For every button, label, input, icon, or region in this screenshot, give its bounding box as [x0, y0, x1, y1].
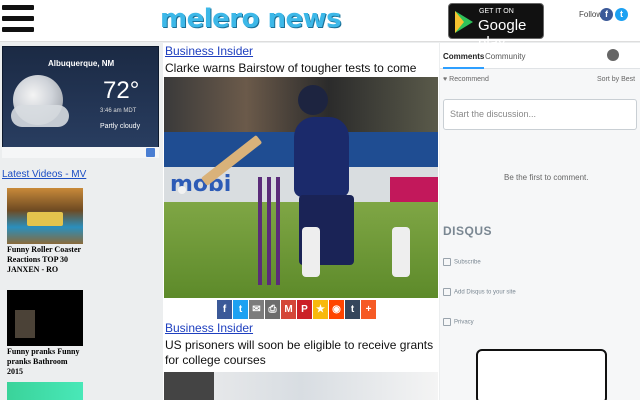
- print-icon[interactable]: ⎙: [265, 300, 280, 319]
- recommend-label: Recommend: [449, 76, 489, 83]
- stump: [267, 177, 271, 285]
- twitter-icon[interactable]: t: [233, 300, 248, 319]
- menu-icon[interactable]: [2, 5, 34, 43]
- disqus-icon: [443, 288, 451, 296]
- recommend-button[interactable]: ♥ Recommend: [443, 76, 489, 83]
- share-bar: f t ✉ ⎙ M P ★ ◉ t +: [217, 300, 376, 320]
- privacy-link[interactable]: Privacy: [443, 318, 474, 326]
- mail-icon: [443, 258, 451, 266]
- video-thumb[interactable]: Funny pranks Funny pranks Bathroom 2015: [7, 290, 83, 377]
- video-thumbnail[interactable]: [7, 290, 83, 346]
- video-thumb[interactable]: [7, 382, 83, 400]
- email-icon[interactable]: ✉: [249, 300, 264, 319]
- weather-temp: 72°: [103, 77, 140, 104]
- facebook-icon[interactable]: f: [600, 8, 613, 21]
- gplay-caption: GET IT ON: [479, 8, 514, 15]
- empty-comments-text: Be the first to comment.: [504, 173, 589, 182]
- twitter-icon[interactable]: t: [615, 8, 628, 21]
- google-play-icon-accent: [455, 11, 464, 33]
- video-caption[interactable]: Funny Roller Coaster Reactions TOP 30 JA…: [7, 245, 83, 275]
- site-header: melero news GET IT ON Google play Follow…: [0, 0, 640, 51]
- user-avatar-icon[interactable]: [607, 49, 619, 61]
- leg-pad: [392, 227, 410, 277]
- player-shirt: [294, 117, 349, 197]
- weather-widget[interactable]: Albuquerque, NM 72° 3:46 am MDT Partly c…: [2, 46, 159, 158]
- stump: [258, 177, 262, 285]
- video-thumbnail[interactable]: [7, 188, 83, 244]
- lock-icon: [443, 318, 451, 326]
- tab-comments[interactable]: Comments: [443, 52, 485, 69]
- disqus-logo[interactable]: DISQUS: [443, 224, 492, 238]
- weather-condition: Partly cloudy: [100, 123, 141, 130]
- weather-city: Albuquerque, NM: [48, 59, 115, 68]
- weather-footer: [2, 147, 159, 158]
- download-icon[interactable]: [146, 148, 155, 157]
- video-thumbnail[interactable]: [7, 382, 83, 400]
- article-source[interactable]: Business Insider: [165, 321, 253, 335]
- tumblr-icon[interactable]: t: [345, 300, 360, 319]
- video-thumb[interactable]: Funny Roller Coaster Reactions TOP 30 JA…: [7, 188, 83, 275]
- sort-dropdown[interactable]: Sort by Best: [597, 76, 635, 83]
- app-window: melero news GET IT ON Google play Follow…: [0, 0, 640, 400]
- reddit-icon[interactable]: ◉: [329, 300, 344, 319]
- add-disqus-link[interactable]: Add Disqus to your site: [443, 288, 516, 296]
- stump: [276, 177, 280, 285]
- pinterest-icon[interactable]: P: [297, 300, 312, 319]
- cloud-icon: [11, 105, 69, 127]
- discussion-input[interactable]: Start the discussion...: [443, 99, 637, 130]
- article-source[interactable]: Business Insider: [165, 44, 253, 58]
- article-title[interactable]: US prisoners will soon be eligible to re…: [165, 338, 437, 368]
- article-title[interactable]: Clarke warns Bairstow of tougher tests t…: [165, 61, 437, 76]
- ad-box[interactable]: [476, 349, 607, 400]
- gmail-icon[interactable]: M: [281, 300, 296, 319]
- more-icon[interactable]: +: [361, 300, 376, 319]
- player-helmet: [298, 85, 328, 115]
- google-play-badge[interactable]: GET IT ON Google play: [448, 3, 544, 51]
- latest-videos-link[interactable]: Latest Videos - MV: [2, 169, 86, 180]
- site-logo[interactable]: melero news: [160, 4, 342, 34]
- tab-community[interactable]: Community: [485, 52, 525, 61]
- follow-label: Follow: [579, 10, 603, 19]
- facebook-icon[interactable]: f: [217, 300, 232, 319]
- heart-icon: ♥: [443, 76, 448, 83]
- cricket-ball: [178, 186, 186, 194]
- article-image[interactable]: [164, 372, 438, 400]
- leg-pad: [302, 227, 320, 277]
- weather-time: 3:46 am MDT: [100, 108, 137, 114]
- subscribe-link[interactable]: Subscribe: [443, 258, 481, 266]
- comments-panel: [440, 43, 640, 400]
- photo-dark-area: [164, 372, 214, 400]
- favorite-icon[interactable]: ★: [313, 300, 328, 319]
- article-image[interactable]: mobi: [164, 77, 438, 298]
- video-caption[interactable]: Funny pranks Funny pranks Bathroom 2015: [7, 347, 83, 377]
